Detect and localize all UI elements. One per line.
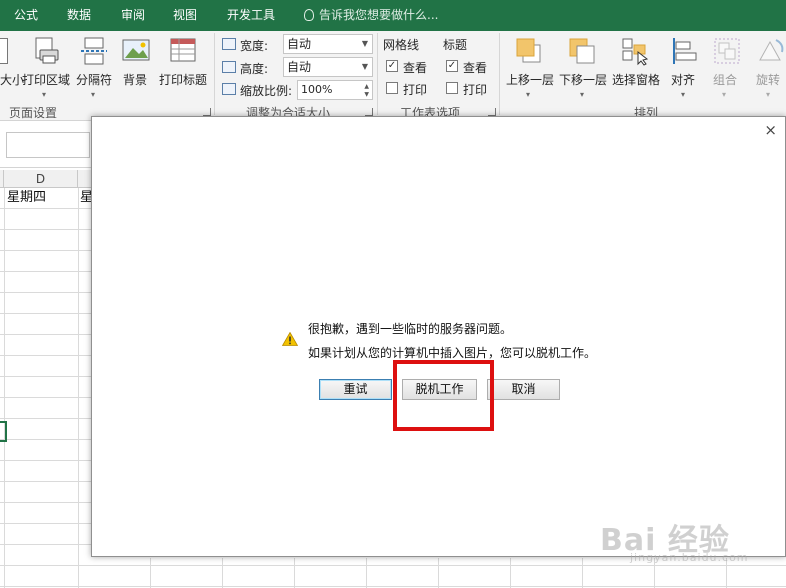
height-dropdown-icon: ▼ [361,62,368,71]
selection-pane-button[interactable]: 选择窗格 [612,71,660,88]
cancel-button[interactable]: 取消 [487,379,560,400]
highlight-annotation-box [393,360,494,431]
gridlines-view-checkbox[interactable]: ✓ [386,60,398,72]
rotate-dropdown-icon: ▾ [766,90,771,99]
bring-forward-button[interactable]: 上移一层 [506,71,554,88]
align-icon [670,36,700,66]
ribbon: 大小 打印区域 ▾ 分隔符 ▾ 背景 打印标题 页面设置 宽度: 自动 ▼ 高度… [0,31,786,121]
tab-view[interactable]: 视图 [173,0,197,31]
size-icon [0,36,16,66]
align-dropdown-icon: ▾ [681,90,686,99]
ribbon-tab-bar: 公式 数据 审阅 视图 开发工具 告诉我您想要做什么... [0,0,786,31]
width-icon [222,38,236,50]
group-divider [499,33,500,115]
spin-up-icon[interactable]: ▲ [364,83,369,90]
headings-print-label: 打印 [463,83,488,97]
group-icon [712,36,742,66]
gridlines-print-checkbox[interactable] [386,82,398,94]
tell-me-search[interactable]: 告诉我您想要做什么... [304,0,438,31]
cell-d1[interactable]: 星期四 [0,188,46,208]
group-divider [377,33,378,115]
group-button[interactable]: 组合 [713,71,737,88]
spin-down-icon[interactable]: ▼ [364,91,369,98]
column-header-d[interactable]: D [4,170,78,188]
page-setup-group-label: 页面设置 [9,106,58,120]
headings-print-checkbox[interactable] [446,82,458,94]
tab-review[interactable]: 审阅 [121,0,145,31]
print-area-button[interactable]: 打印区域 [22,71,70,88]
gridlines-label: 网格线 [383,38,420,52]
error-message-line-2: 如果计划从您的计算机中插入图片，您可以脱机工作。 [308,346,597,360]
scale-to-fit-launcher-icon[interactable] [365,108,373,116]
tab-formulas[interactable]: 公式 [14,0,38,31]
headings-view-label: 查看 [463,61,488,75]
name-box[interactable] [6,132,90,158]
width-select[interactable]: 自动 ▼ [283,34,373,54]
height-select[interactable]: 自动 ▼ [283,57,373,77]
scale-label: 缩放比例: [240,84,293,98]
width-dropdown-icon: ▼ [361,39,368,48]
print-titles-icon [168,36,198,66]
print-area-dropdown-icon: ▾ [42,90,47,99]
selection-pane-icon [620,36,650,66]
gridlines-view-label: 查看 [403,61,428,75]
height-icon [222,61,236,73]
width-value: 自动 [287,37,312,51]
width-label: 宽度: [240,39,269,53]
rotate-icon [756,36,786,66]
page-setup-launcher-icon[interactable] [203,108,211,116]
breaks-button[interactable]: 分隔符 [76,71,112,88]
selected-cell[interactable] [0,421,7,442]
bring-forward-dropdown-icon: ▾ [526,90,531,99]
sheet-options-launcher-icon[interactable] [488,108,496,116]
lightbulb-icon [304,9,314,21]
cell-e1[interactable]: 星 [73,188,93,208]
align-button[interactable]: 对齐 [671,71,695,88]
retry-button[interactable]: 重试 [319,379,392,400]
background-icon [121,36,151,66]
print-area-icon [31,36,61,66]
size-button[interactable]: 大小 [0,71,24,88]
tell-me-text: 告诉我您想要做什么... [319,8,439,22]
group-dropdown-icon: ▾ [722,90,727,99]
send-backward-dropdown-icon: ▾ [580,90,585,99]
scale-value: 100% [301,83,333,96]
insert-picture-error-dialog: × 很抱歉，遇到一些临时的服务器问题。 如果计划从您的计算机中插入图片，您可以脱… [91,116,786,557]
warning-icon [282,332,298,346]
background-button[interactable]: 背景 [123,71,147,88]
print-titles-button[interactable]: 打印标题 [159,71,207,88]
height-label: 高度: [240,62,269,76]
baidu-jingyan-watermark: Bai 经验 jingyan.baidu.com [600,515,748,564]
send-backward-icon [567,36,597,66]
tab-data[interactable]: 数据 [67,0,91,31]
height-value: 自动 [287,60,312,74]
watermark-url: jingyan.baidu.com [630,551,749,564]
scale-spinner[interactable]: 100% ▲ ▼ [297,80,373,100]
headings-label: 标题 [443,38,468,52]
headings-view-checkbox[interactable]: ✓ [446,60,458,72]
group-divider [214,33,215,115]
send-backward-button[interactable]: 下移一层 [559,71,607,88]
breaks-dropdown-icon: ▾ [91,90,96,99]
tab-developer[interactable]: 开发工具 [227,0,275,31]
gridlines-print-label: 打印 [403,83,428,97]
rotate-button[interactable]: 旋转 [756,71,780,88]
dialog-close-button[interactable]: × [764,121,777,139]
scale-icon [222,83,236,95]
error-message-line-1: 很抱歉，遇到一些临时的服务器问题。 [308,322,513,336]
breaks-icon [79,36,109,66]
bring-forward-icon [514,36,544,66]
